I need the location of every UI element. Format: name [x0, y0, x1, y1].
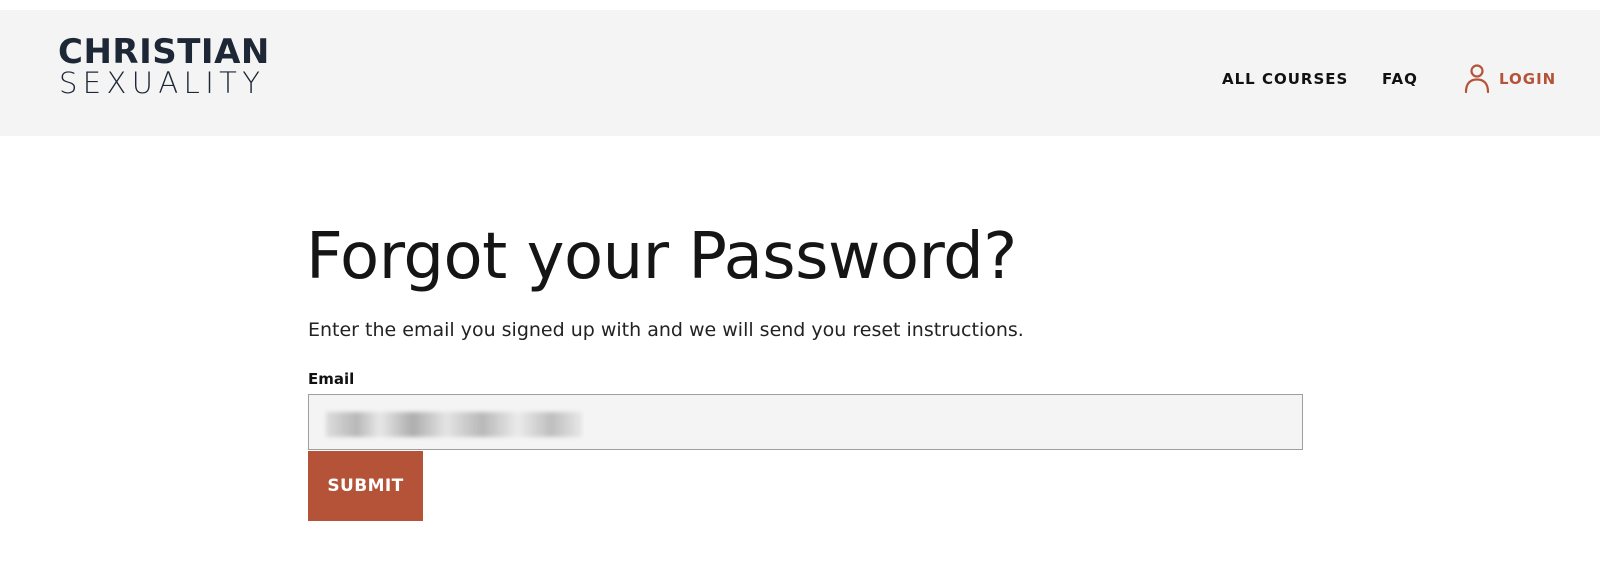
- logo-line-2: SEXUALITY: [59, 66, 266, 100]
- nav-faq[interactable]: FAQ: [1382, 70, 1418, 88]
- user-icon: [1464, 64, 1490, 94]
- site-logo[interactable]: CHRISTIAN SEXUALITY: [58, 34, 278, 104]
- page-title: Forgot your Password?: [306, 220, 1017, 294]
- email-label: Email: [308, 370, 355, 388]
- submit-button[interactable]: SUBMIT: [308, 451, 423, 521]
- site-header: CHRISTIAN SEXUALITY ALL COURSES FAQ LOGI…: [0, 10, 1600, 136]
- login-label: LOGIN: [1499, 70, 1557, 88]
- logo-line-1: CHRISTIAN: [58, 32, 270, 72]
- page-description: Enter the email you signed up with and w…: [308, 319, 1024, 341]
- email-field[interactable]: [308, 394, 1303, 450]
- login-link[interactable]: LOGIN: [1464, 63, 1556, 95]
- nav-all-courses[interactable]: ALL COURSES: [1222, 70, 1348, 88]
